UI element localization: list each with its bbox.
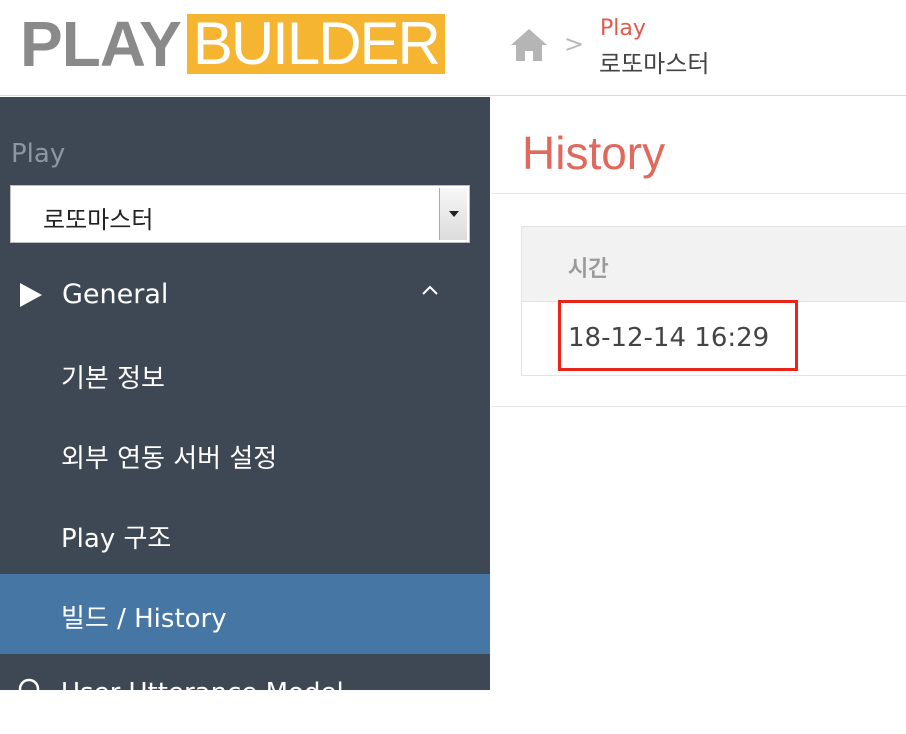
sidebar-item-user-utterance-model[interactable]: User Utterance Model <box>0 654 490 734</box>
sidebar-item-basic-info[interactable]: 기본 정보 <box>0 334 490 414</box>
column-header-time: 시간 <box>568 257 609 282</box>
sidebar: Play 로또마스터 General 기본 정보 외부 연동 서버 설정 Pla… <box>0 97 490 708</box>
table-header: 시간 <box>522 227 906 302</box>
sidebar-item-label: 기본 정보 <box>61 364 165 394</box>
logo-builder-text: BUILDER <box>186 14 445 74</box>
sidebar-item-label: 외부 연동 서버 설정 <box>61 444 278 474</box>
chevron-down-icon[interactable] <box>439 188 467 240</box>
sidebar-group-general[interactable]: General <box>0 257 490 333</box>
breadcrumb-current: 로또마스터 <box>599 50 710 78</box>
sidebar-item-play-structure[interactable]: Play 구조 <box>0 494 490 574</box>
highlight-box <box>558 300 798 371</box>
sidebar-item-label: User Utterance Model <box>61 678 344 708</box>
breadcrumb-section[interactable]: Play <box>600 16 646 41</box>
marker-icon <box>18 678 40 708</box>
logo-play-text: PLAY <box>20 8 182 80</box>
sidebar-item-label: 빌드 / History <box>61 604 227 634</box>
playbuilder-logo[interactable]: PLAY BUILDER <box>20 8 445 80</box>
page-title: History <box>522 127 666 179</box>
play-select[interactable]: 로또마스터 <box>10 185 470 243</box>
divider <box>491 193 906 194</box>
breadcrumb-separator: > <box>564 30 585 58</box>
sidebar-item-build-history[interactable]: 빌드 / History <box>0 574 490 654</box>
chevron-up-icon[interactable] <box>420 283 440 297</box>
home-icon[interactable] <box>510 28 548 62</box>
play-select-value: 로또마스터 <box>43 206 154 234</box>
play-triangle-icon <box>20 283 42 307</box>
sidebar-item-external-server[interactable]: 외부 연동 서버 설정 <box>0 414 490 494</box>
sidebar-item-label: Play 구조 <box>61 524 172 554</box>
divider <box>491 406 906 407</box>
sidebar-group-label: General <box>62 279 169 310</box>
top-header: PLAY BUILDER > Play 로또마스터 <box>0 0 906 96</box>
sidebar-play-label: Play <box>11 139 66 169</box>
